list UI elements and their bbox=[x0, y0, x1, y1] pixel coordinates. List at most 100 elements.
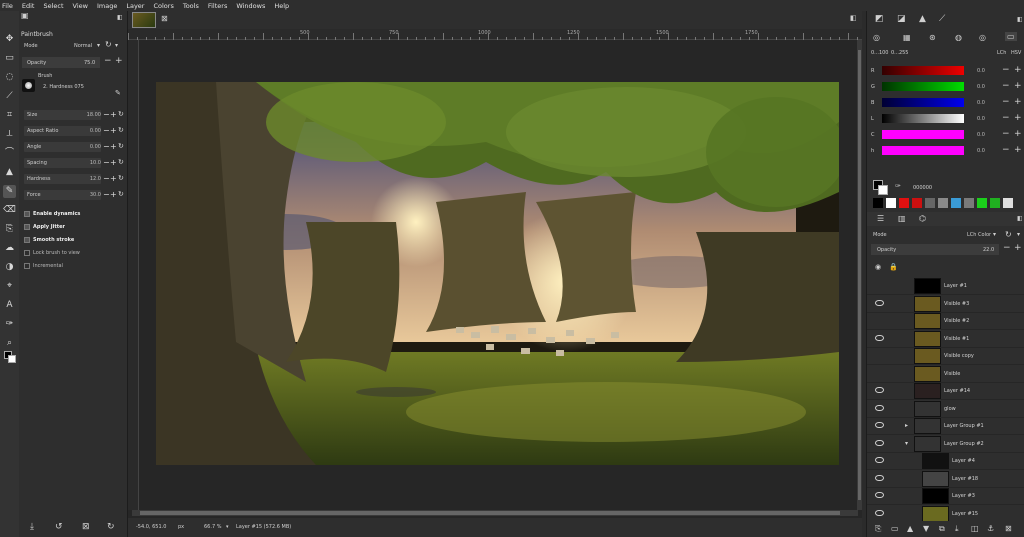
channel-slider[interactable] bbox=[882, 146, 964, 155]
color-picker-icon[interactable]: ✑ bbox=[895, 182, 901, 190]
option-row-force[interactable]: Force 30.0− + ↻ bbox=[19, 189, 128, 202]
clone-tool-icon[interactable]: ⎘ bbox=[3, 223, 16, 236]
chevron-down-icon[interactable]: ▾ bbox=[993, 231, 996, 238]
background-color-swatch[interactable] bbox=[878, 185, 888, 195]
channel-h[interactable]: h 0.0 − + bbox=[867, 145, 1024, 158]
reset-icon[interactable]: ↻ bbox=[118, 142, 124, 150]
visibility-eye-icon[interactable] bbox=[875, 474, 884, 481]
minus-icon[interactable]: − bbox=[1002, 145, 1010, 155]
lower-layer-icon[interactable]: ▼ bbox=[923, 524, 929, 533]
layer-name[interactable]: Layer #15 bbox=[952, 511, 978, 517]
palette-swatch[interactable] bbox=[951, 198, 961, 208]
lasso-tool-icon[interactable]: ◌ bbox=[3, 71, 16, 84]
reset-options-icon[interactable]: ↻ bbox=[107, 522, 115, 532]
crop-tool-icon[interactable]: ⌗ bbox=[3, 109, 16, 122]
plus-icon[interactable]: + bbox=[110, 190, 117, 199]
minus-icon[interactable]: − bbox=[103, 142, 110, 151]
zoom-select[interactable]: 66.7 % bbox=[204, 524, 221, 530]
option-row-angle[interactable]: Angle 0.00− + ↻ bbox=[19, 141, 128, 154]
reset-mode-icon[interactable]: ↻ bbox=[105, 40, 112, 49]
visibility-eye-icon[interactable] bbox=[875, 509, 884, 516]
minus-icon[interactable]: − bbox=[1003, 243, 1011, 253]
menu-item-file[interactable]: File bbox=[2, 2, 13, 10]
paintbrush-tool-icon[interactable]: ✎ bbox=[3, 185, 16, 198]
minus-icon[interactable]: − bbox=[104, 56, 112, 66]
visibility-eye-icon[interactable] bbox=[875, 404, 884, 411]
palette-swatch[interactable] bbox=[1003, 198, 1013, 208]
layer-name[interactable]: Visible copy bbox=[944, 353, 974, 359]
checkbox-smooth-stroke[interactable]: Smooth stroke bbox=[19, 234, 128, 247]
checkbox[interactable] bbox=[24, 224, 30, 230]
palette-swatch[interactable] bbox=[925, 198, 935, 208]
reset-icon[interactable]: ↻ bbox=[118, 110, 124, 118]
plus-icon[interactable]: + bbox=[1014, 113, 1022, 123]
checkbox-incremental[interactable]: Incremental bbox=[19, 260, 128, 273]
minus-icon[interactable]: − bbox=[1002, 129, 1010, 139]
dodge-tool-icon[interactable]: ◑ bbox=[3, 261, 16, 274]
palette-swatch[interactable] bbox=[990, 198, 1000, 208]
mask-icon[interactable]: ◫ bbox=[971, 524, 979, 533]
triangle-selector-icon[interactable]: ◍ bbox=[955, 33, 962, 42]
channel-c[interactable]: C 0.0 − + bbox=[867, 129, 1024, 142]
menu-item-view[interactable]: View bbox=[73, 2, 88, 10]
tool-options-tab-icon[interactable]: ▣ bbox=[21, 11, 31, 21]
palette-swatch[interactable] bbox=[938, 198, 948, 208]
menu-item-image[interactable]: Image bbox=[97, 2, 117, 10]
delete-layer-icon[interactable]: ⊠ bbox=[1005, 524, 1012, 533]
reset-icon[interactable]: ↻ bbox=[118, 126, 124, 134]
minus-icon[interactable]: − bbox=[1002, 97, 1010, 107]
layer-row[interactable]: Visible #2 bbox=[867, 312, 1024, 330]
channel-r[interactable]: R 0.0 − + bbox=[867, 65, 1024, 78]
palette-swatch[interactable] bbox=[977, 198, 987, 208]
panel-menu-icon[interactable]: ◧ bbox=[1017, 215, 1023, 222]
minus-icon[interactable]: − bbox=[103, 190, 110, 199]
layer-name[interactable]: Layer Group #1 bbox=[944, 423, 984, 429]
minus-icon[interactable]: − bbox=[1002, 113, 1010, 123]
scales-selector-icon[interactable]: ◎ bbox=[979, 33, 986, 42]
palette-swatch[interactable] bbox=[899, 198, 909, 208]
menu-item-tools[interactable]: Tools bbox=[183, 2, 199, 10]
plus-icon[interactable]: + bbox=[110, 110, 117, 119]
layer-row[interactable]: ▸ Layer Group #1 bbox=[867, 417, 1024, 435]
layer-row[interactable]: Visible bbox=[867, 365, 1024, 383]
channel-slider[interactable] bbox=[882, 66, 964, 75]
option-row-aspect-ratio[interactable]: Aspect Ratio 0.00− + ↻ bbox=[19, 125, 128, 138]
pattern-tab-icon[interactable]: ◪ bbox=[897, 14, 906, 24]
wheel-selector-icon[interactable]: ⊛ bbox=[929, 33, 936, 42]
minus-icon[interactable]: − bbox=[103, 126, 110, 135]
layer-row[interactable]: Layer #14 bbox=[867, 382, 1024, 400]
layer-row[interactable]: Layer #1 bbox=[867, 277, 1024, 295]
plus-icon[interactable]: + bbox=[1014, 145, 1022, 155]
fuzzy-select-tool-icon[interactable]: ⟋ bbox=[3, 90, 16, 103]
smudge-tool-icon[interactable]: ☁ bbox=[3, 242, 16, 255]
panel-menu-icon[interactable]: ◧ bbox=[117, 14, 123, 21]
range-255[interactable]: 0...255 bbox=[891, 50, 909, 56]
paths-tab-icon[interactable]: ⌬ bbox=[919, 214, 926, 223]
option-row-hardness[interactable]: Hardness 12.0− + ↻ bbox=[19, 173, 128, 186]
layer-name[interactable]: Layer #3 bbox=[952, 493, 975, 499]
layer-list[interactable]: Layer #1 Visible #3 Visible #2 Visible #1 Vi… bbox=[867, 277, 1024, 527]
reset-icon[interactable]: ↻ bbox=[118, 190, 124, 198]
layer-row[interactable]: Visible #1 bbox=[867, 330, 1024, 348]
checkbox[interactable] bbox=[24, 263, 30, 269]
option-row-spacing[interactable]: Spacing 10.0− + ↻ bbox=[19, 157, 128, 170]
tab-hsv[interactable]: HSV bbox=[1011, 50, 1021, 56]
plus-icon[interactable]: + bbox=[110, 158, 117, 167]
document-image[interactable] bbox=[156, 82, 839, 465]
menu-item-layer[interactable]: Layer bbox=[126, 2, 144, 10]
menu-item-filters[interactable]: Filters bbox=[208, 2, 227, 10]
layer-row[interactable]: ▾ Layer Group #2 bbox=[867, 435, 1024, 453]
palette-swatch[interactable] bbox=[964, 198, 974, 208]
plus-icon[interactable]: + bbox=[1014, 243, 1022, 253]
visibility-eye-icon[interactable] bbox=[875, 299, 884, 306]
channel-slider[interactable] bbox=[882, 130, 964, 139]
horizontal-scrollbar[interactable] bbox=[132, 510, 858, 516]
menu-item-windows[interactable]: Windows bbox=[236, 2, 265, 10]
text-tool-icon[interactable]: A bbox=[3, 299, 16, 312]
minus-icon[interactable]: − bbox=[103, 174, 110, 183]
cmyk-selector-icon[interactable]: ▦ bbox=[903, 33, 911, 42]
channel-l[interactable]: L 0.0 − + bbox=[867, 113, 1024, 126]
vertical-scrollbar[interactable] bbox=[857, 40, 862, 510]
minus-icon[interactable]: − bbox=[103, 110, 110, 119]
checkbox-enable-dynamics[interactable]: Enable dynamics bbox=[19, 208, 128, 221]
